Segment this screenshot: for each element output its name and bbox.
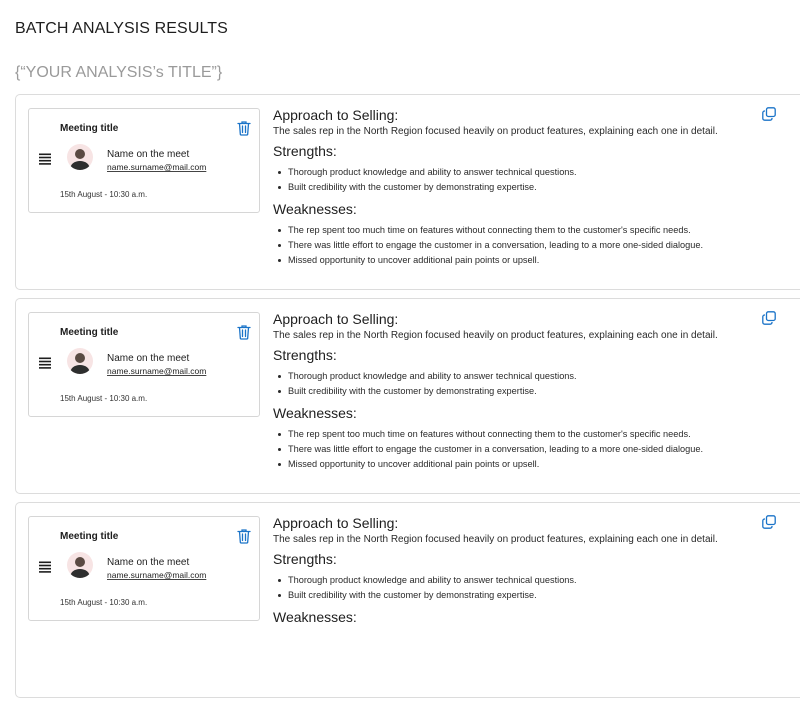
trash-icon[interactable] — [237, 528, 251, 544]
meeting-card: Meeting title Name on the meet name.surn… — [28, 516, 260, 621]
weaknesses-heading: Weaknesses: — [273, 201, 357, 217]
trash-icon[interactable] — [237, 120, 251, 136]
attendee-name: Name on the meet — [107, 353, 190, 364]
avatar — [67, 552, 93, 578]
result-card: Meeting title Name on the meet name.surn… — [15, 298, 800, 494]
trash-icon[interactable] — [237, 324, 251, 340]
meeting-title: Meeting title — [60, 327, 119, 338]
meeting-card: Meeting title Name on the meet name.surn… — [28, 312, 260, 417]
analysis-title: {“YOUR ANALYSIS’s TITLE”} — [15, 64, 223, 81]
strength-item: Thorough product knowledge and ability t… — [278, 573, 773, 588]
copy-icon[interactable] — [762, 515, 776, 529]
analysis-body: Approach to Selling: The sales rep in th… — [273, 515, 773, 626]
meeting-card: Meeting title Name on the meet name.surn… — [28, 108, 260, 213]
strengths-list: Thorough product knowledge and ability t… — [273, 369, 773, 399]
approach-heading: Approach to Selling: — [273, 515, 399, 531]
strengths-list: Thorough product knowledge and ability t… — [273, 165, 773, 195]
weakness-item: Missed opportunity to uncover additional… — [278, 253, 773, 268]
meeting-date: 15th August - 10:30 a.m. — [60, 598, 148, 607]
strength-item: Built credibility with the customer by d… — [278, 588, 773, 603]
strength-item: Thorough product knowledge and ability t… — [278, 165, 773, 180]
approach-heading: Approach to Selling: — [273, 311, 399, 327]
meeting-date: 15th August - 10:30 a.m. — [60, 190, 148, 199]
approach-text: The sales rep in the North Region focuse… — [273, 534, 718, 545]
weakness-item: There was little effort to engage the cu… — [278, 442, 773, 457]
weaknesses-heading: Weaknesses: — [273, 405, 357, 421]
results-list: Meeting title Name on the meet name.surn… — [15, 94, 800, 706]
drag-handle-icon[interactable] — [39, 153, 51, 165]
strengths-heading: Strengths: — [273, 551, 337, 567]
attendee-email-link[interactable]: name.surname@mail.com — [107, 366, 206, 376]
page-title: BATCH ANALYSIS RESULTS — [15, 20, 228, 37]
approach-text: The sales rep in the North Region focuse… — [273, 330, 718, 341]
meeting-date: 15th August - 10:30 a.m. — [60, 394, 148, 403]
copy-icon[interactable] — [762, 311, 776, 325]
attendee-name: Name on the meet — [107, 557, 190, 568]
meeting-title: Meeting title — [60, 531, 119, 542]
weaknesses-list: The rep spent too much time on features … — [273, 427, 773, 472]
avatar — [67, 144, 93, 170]
weaknesses-list: The rep spent too much time on features … — [273, 223, 773, 268]
strength-item: Built credibility with the customer by d… — [278, 180, 773, 195]
strengths-heading: Strengths: — [273, 347, 337, 363]
analysis-body: Approach to Selling: The sales rep in th… — [273, 107, 773, 268]
avatar — [67, 348, 93, 374]
weakness-item: There was little effort to engage the cu… — [278, 238, 773, 253]
weakness-item: The rep spent too much time on features … — [278, 427, 773, 442]
attendee-email-link[interactable]: name.surname@mail.com — [107, 162, 206, 172]
weaknesses-heading: Weaknesses: — [273, 609, 357, 625]
drag-handle-icon[interactable] — [39, 561, 51, 573]
strengths-heading: Strengths: — [273, 143, 337, 159]
copy-icon[interactable] — [762, 107, 776, 121]
approach-heading: Approach to Selling: — [273, 107, 399, 123]
approach-text: The sales rep in the North Region focuse… — [273, 126, 718, 137]
result-card: Meeting title Name on the meet name.surn… — [15, 502, 800, 698]
meeting-title: Meeting title — [60, 123, 119, 134]
attendee-name: Name on the meet — [107, 149, 190, 160]
weakness-item: Missed opportunity to uncover additional… — [278, 457, 773, 472]
drag-handle-icon[interactable] — [39, 357, 51, 369]
strength-item: Built credibility with the customer by d… — [278, 384, 773, 399]
result-card: Meeting title Name on the meet name.surn… — [15, 94, 800, 290]
analysis-body: Approach to Selling: The sales rep in th… — [273, 311, 773, 472]
strength-item: Thorough product knowledge and ability t… — [278, 369, 773, 384]
attendee-email-link[interactable]: name.surname@mail.com — [107, 570, 206, 580]
weakness-item: The rep spent too much time on features … — [278, 223, 773, 238]
strengths-list: Thorough product knowledge and ability t… — [273, 573, 773, 603]
